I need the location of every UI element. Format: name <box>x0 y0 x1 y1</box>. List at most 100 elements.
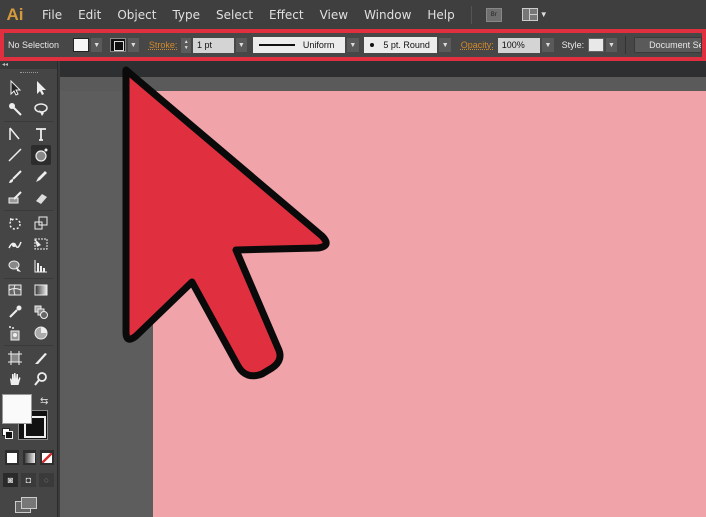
brush-field[interactable]: 5 pt. Round <box>364 37 438 53</box>
blend-tool[interactable] <box>31 302 51 322</box>
stroke-profile-dropdown[interactable]: ▼ <box>347 38 359 52</box>
eraser-icon <box>36 194 47 205</box>
swap-fill-stroke-icon[interactable]: ⇆ <box>40 396 48 407</box>
blob-brush-icon <box>8 191 22 204</box>
rotate-icon <box>9 217 21 230</box>
mesh-tool[interactable] <box>5 280 25 300</box>
magic-wand-tool[interactable] <box>5 99 25 119</box>
mesh-icon <box>8 284 22 296</box>
scale-tool[interactable] <box>31 213 51 233</box>
fill-swatch[interactable] <box>73 38 89 52</box>
menu-view[interactable]: View <box>312 8 356 22</box>
blob-brush-tool[interactable] <box>5 188 25 208</box>
stroke-profile-value: Uniform <box>302 40 335 50</box>
menu-select[interactable]: Select <box>208 8 261 22</box>
menu-effect[interactable]: Effect <box>261 8 312 22</box>
pencil-tool[interactable] <box>31 167 51 187</box>
pie-graph-tool[interactable] <box>31 323 51 343</box>
lasso-icon <box>34 103 48 117</box>
gradient-tool[interactable] <box>31 280 51 300</box>
menu-edit[interactable]: Edit <box>70 8 109 22</box>
selection-status: No Selection <box>8 40 60 50</box>
screen-mode-icon[interactable] <box>15 497 37 513</box>
bridge-button[interactable]: Br <box>485 7 502 22</box>
draw-mode-row: ◙ ◘ ○ <box>0 465 57 487</box>
column-graph-icon <box>34 259 47 273</box>
document-tab-bar <box>60 61 706 77</box>
free-transform-tool[interactable] <box>31 234 51 254</box>
menu-object[interactable]: Object <box>109 8 164 22</box>
draw-inside-button[interactable]: ○ <box>39 473 54 487</box>
slice-tool[interactable] <box>31 348 51 368</box>
workspace-switcher[interactable]: ▼ <box>521 8 548 21</box>
eyedropper-tool[interactable] <box>5 302 25 322</box>
fill-color-box[interactable] <box>2 394 32 424</box>
stroke-label[interactable]: Stroke: <box>145 40 182 50</box>
eraser-tool[interactable] <box>31 188 51 208</box>
menu-type[interactable]: Type <box>164 8 208 22</box>
menu-help[interactable]: Help <box>419 8 462 22</box>
artboard[interactable] <box>153 91 706 517</box>
control-bar: No Selection ▼ ▼ Stroke: ▲ ▼ 1 pt ▼ Unifo… <box>4 33 703 57</box>
fill-dropdown[interactable]: ▼ <box>90 38 103 52</box>
brush-dropdown[interactable]: ▼ <box>439 38 451 52</box>
pen-tool[interactable] <box>5 124 25 144</box>
opacity-field[interactable]: 100% <box>497 37 541 53</box>
lasso-tool[interactable] <box>31 99 51 119</box>
line-icon <box>8 148 22 162</box>
column-graph-tool[interactable] <box>31 256 51 276</box>
stroke-line-icon <box>258 44 295 46</box>
stroke-weight-dropdown[interactable]: ▼ <box>235 38 248 52</box>
type-icon <box>36 127 46 141</box>
tools-panel: ◂◂ ⇆ ◙ ◘ ○ <box>0 61 58 517</box>
shape-builder-icon <box>8 260 21 272</box>
direct-selection-tool[interactable] <box>31 78 51 98</box>
symbol-sprayer-tool[interactable] <box>5 323 25 343</box>
stroke-profile-field[interactable]: Uniform <box>252 37 346 53</box>
app-logo: Ai <box>6 4 24 24</box>
none-color-icon <box>42 452 53 463</box>
line-segment-tool[interactable] <box>5 145 25 165</box>
draw-normal-button[interactable]: ◙ <box>3 473 18 487</box>
gradient-swatch-icon <box>24 452 35 463</box>
document-setup-button[interactable]: Document Setup <box>634 37 703 53</box>
zoom-tool[interactable] <box>31 369 51 389</box>
draw-behind-button[interactable]: ◘ <box>21 473 36 487</box>
stroke-weight-field[interactable]: 1 pt <box>193 37 234 53</box>
opacity-label[interactable]: Opacity: <box>457 40 498 50</box>
ellipse-tool[interactable] <box>31 145 51 166</box>
hand-tool[interactable] <box>5 369 25 389</box>
default-fill-stroke-icon[interactable] <box>2 428 13 439</box>
document-area <box>60 61 706 517</box>
brush-value: 5 pt. Round <box>383 40 430 50</box>
pasteboard-top <box>60 77 706 91</box>
blend-icon <box>34 305 48 319</box>
width-tool[interactable] <box>5 234 25 254</box>
stroke-swatch[interactable] <box>110 38 126 52</box>
tools-panel-collapse[interactable]: ◂◂ <box>0 61 57 69</box>
type-tool[interactable] <box>31 124 51 144</box>
color-button[interactable] <box>5 450 19 465</box>
fill-stroke-widget: ⇆ <box>0 394 57 444</box>
opacity-dropdown[interactable]: ▼ <box>542 38 554 52</box>
solid-color-icon <box>6 452 17 463</box>
style-dropdown[interactable]: ▼ <box>605 38 618 52</box>
menu-bar: Ai File Edit Object Type Select Effect V… <box>0 0 706 30</box>
menu-window[interactable]: Window <box>356 8 419 22</box>
style-swatch[interactable] <box>588 38 604 52</box>
paintbrush-tool[interactable] <box>5 167 25 187</box>
selection-tool[interactable] <box>5 78 25 98</box>
menu-file[interactable]: File <box>34 8 70 22</box>
shape-builder-tool[interactable] <box>5 256 25 276</box>
none-button[interactable] <box>40 450 55 465</box>
color-mode-row <box>0 444 57 465</box>
control-divider <box>625 36 627 54</box>
stroke-color-dropdown[interactable]: ▼ <box>127 38 140 52</box>
artboard-tool[interactable] <box>5 348 25 368</box>
gradient-button[interactable] <box>22 450 37 465</box>
tools-panel-grip[interactable] <box>0 69 57 77</box>
rotate-tool[interactable] <box>5 213 25 233</box>
stroke-weight-stepper[interactable]: ▲ ▼ <box>181 37 192 53</box>
direct-selection-arrow-icon <box>37 80 46 95</box>
width-icon <box>8 241 22 249</box>
